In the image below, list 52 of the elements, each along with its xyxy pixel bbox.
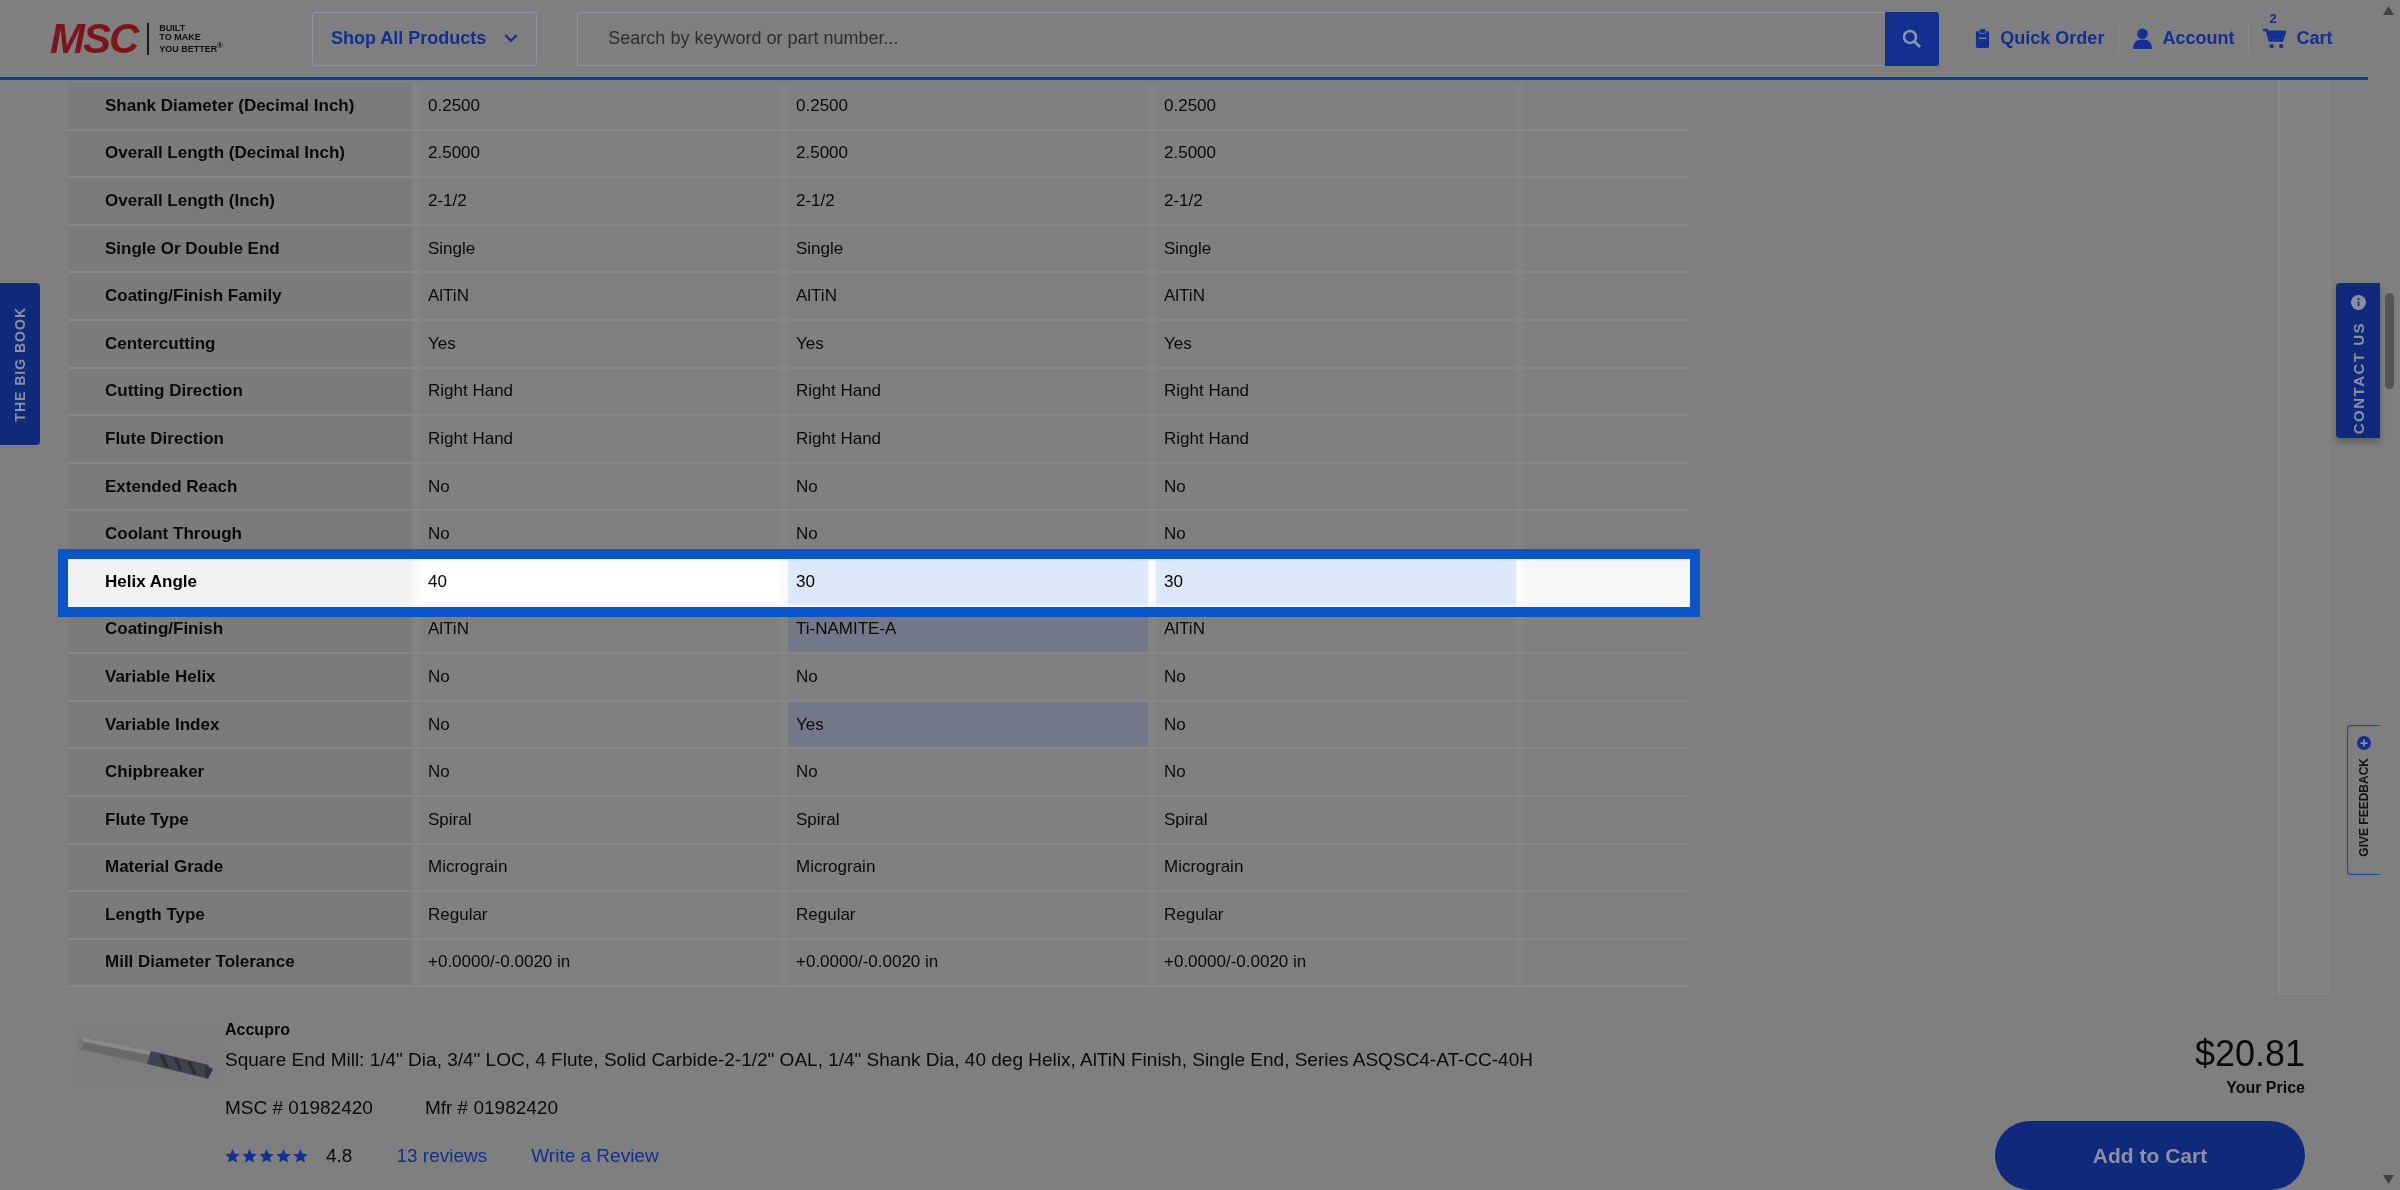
search-button[interactable] bbox=[1885, 11, 1940, 66]
spec-label: Material Grade bbox=[68, 844, 420, 891]
plus-icon bbox=[2357, 736, 2371, 750]
spec-label: Variable Index bbox=[68, 701, 420, 748]
logo-tagline: BUILT TO MAKE YOU BETTER$^{®}$ bbox=[159, 23, 223, 54]
spec-label: Mill Diameter Tolerance bbox=[68, 939, 420, 986]
price: $20.81 bbox=[2194, 1033, 2305, 1075]
header-link[interactable]: Quick Order bbox=[1975, 28, 2105, 49]
give-feedback-tab[interactable]: GIVE FEEDBACK bbox=[2347, 725, 2380, 875]
spec-value: 30 bbox=[1156, 558, 1524, 605]
spec-label: Overall Length (Decimal Inch) bbox=[68, 130, 420, 177]
product-brand: Accupro bbox=[225, 1021, 291, 1039]
contact-us-tab[interactable]: CONTACT US bbox=[2336, 283, 2380, 438]
spec-label: Centercutting bbox=[68, 320, 420, 367]
cart-icon bbox=[2263, 28, 2287, 49]
spec-label: Overall Length (Inch) bbox=[68, 178, 420, 224]
spec-label: Cutting Direction bbox=[68, 368, 420, 415]
scrollbar-thumb[interactable] bbox=[2385, 293, 2394, 389]
search-field[interactable]: Search by keyword or part number... bbox=[577, 11, 1886, 66]
big-book-tab[interactable]: THE BIG BOOK bbox=[0, 283, 40, 445]
msc-number: MSC # 01982420 bbox=[225, 1097, 373, 1119]
spec-value: 30 bbox=[788, 558, 1156, 605]
rating-value: 4.8 bbox=[326, 1145, 353, 1167]
cart-count: 2 bbox=[2269, 11, 2277, 26]
spec-label: Variable Helix bbox=[68, 654, 420, 700]
spec-value: Yes bbox=[788, 701, 1156, 748]
shop-all-products-button[interactable]: Shop All Products bbox=[312, 11, 538, 66]
spec-value: 40 bbox=[420, 558, 788, 605]
add-to-cart-button[interactable]: Add to Cart bbox=[1995, 1121, 2305, 1190]
spec-label: Helix Angle bbox=[68, 558, 420, 605]
spec-label: Length Type bbox=[68, 892, 420, 938]
header-link[interactable]: Account bbox=[2133, 28, 2235, 49]
reviews-link[interactable]: 13 reviews bbox=[396, 1145, 488, 1167]
product-title: Square End Mill: 1/4" Dia, 3/4" LOC, 4 Flute, Solid Carbide-2-1/2" OAL, 1/4" Shank Dia, 40 deg Helix, AlTiN Finish, Single End, Series ASQSC4-AT-CC-40H bbox=[225, 1049, 1533, 1071]
spec-label: Flute Direction bbox=[68, 416, 420, 462]
spec-label: Shank Diameter (Decimal Inch) bbox=[68, 83, 420, 129]
spec-label: Single Or Double End bbox=[68, 225, 420, 272]
logo[interactable]: MSC bbox=[50, 14, 138, 63]
chevron-down-icon bbox=[504, 34, 519, 43]
search-icon bbox=[1902, 28, 1923, 49]
scroll-down-icon[interactable] bbox=[2383, 1175, 2394, 1184]
spec-label: Chipbreaker bbox=[68, 749, 420, 795]
scroll-up-icon[interactable] bbox=[2383, 6, 2394, 15]
mfr-number: Mfr # 01982420 bbox=[424, 1097, 558, 1119]
spec-label: Flute Type bbox=[68, 796, 420, 843]
clipboard-icon bbox=[1975, 28, 1991, 49]
spec-label: Extended Reach bbox=[68, 463, 420, 510]
info-icon bbox=[2350, 295, 2366, 310]
price-label: Your Price bbox=[2226, 1079, 2305, 1097]
write-review-link[interactable]: Write a Review bbox=[531, 1145, 659, 1167]
person-icon bbox=[2133, 28, 2153, 49]
spec-label: Coating/Finish Family bbox=[68, 273, 420, 319]
